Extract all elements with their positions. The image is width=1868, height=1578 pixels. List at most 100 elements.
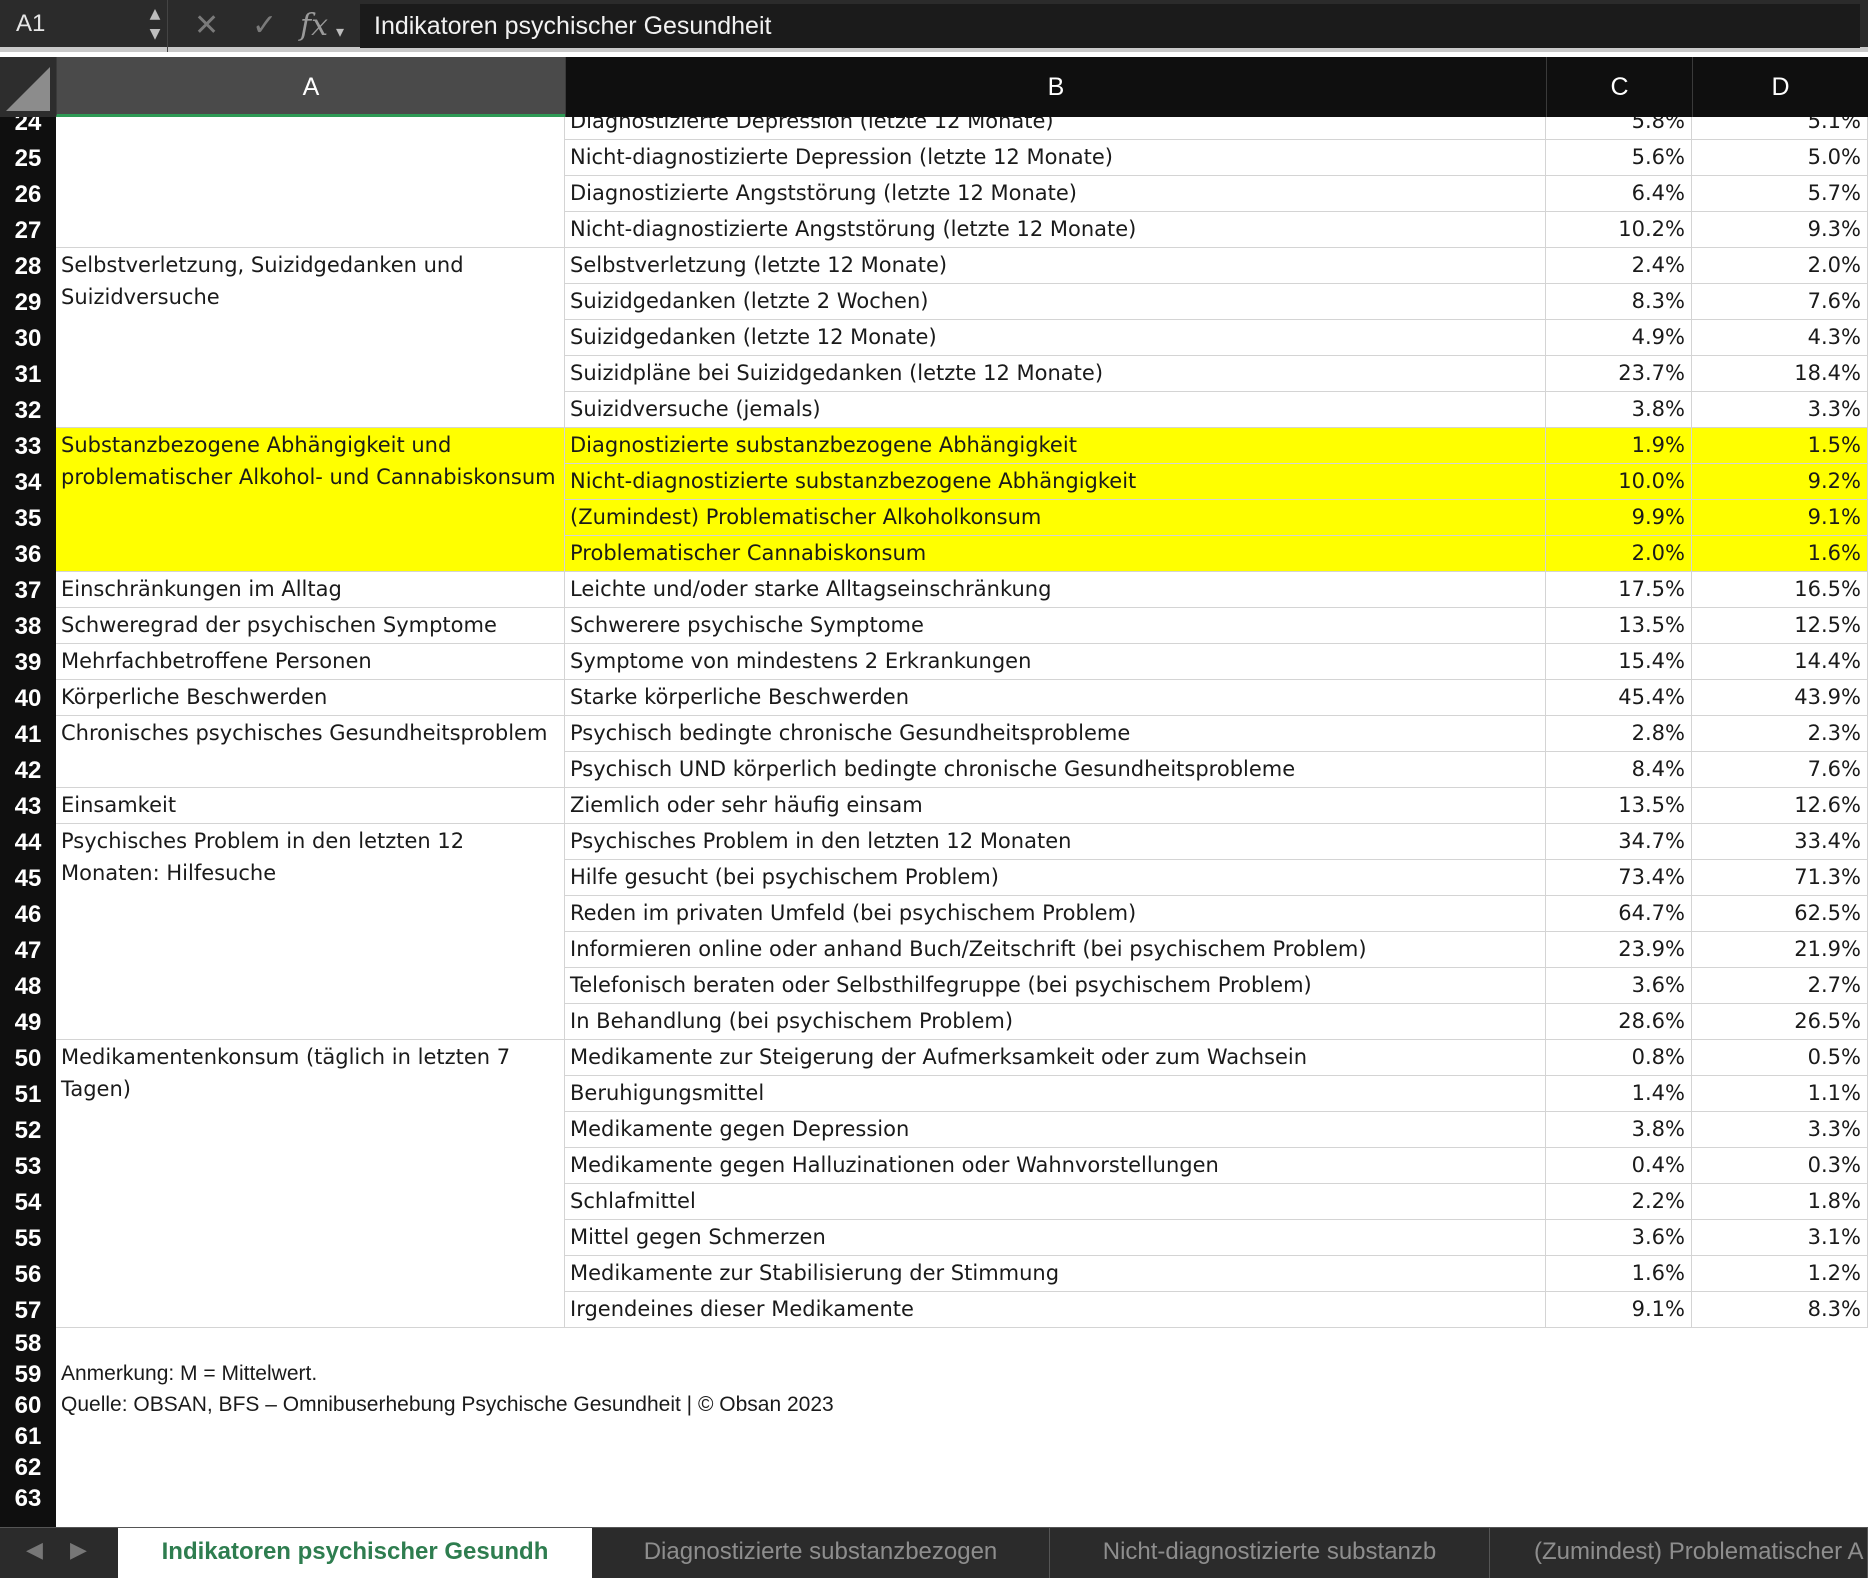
cell-c-value[interactable]: 0.8%: [1546, 1040, 1692, 1076]
cell-c-value[interactable]: 73.4%: [1546, 860, 1692, 896]
tab-next-icon[interactable]: ▶: [70, 1538, 87, 1563]
cell-d-value[interactable]: 21.9%: [1692, 932, 1868, 968]
cell-c-value[interactable]: 23.9%: [1546, 932, 1692, 968]
cell-c-value[interactable]: 1.4%: [1546, 1076, 1692, 1112]
cell-d-value[interactable]: 8.3%: [1692, 1292, 1868, 1328]
cell-d-value[interactable]: 9.1%: [1692, 500, 1868, 536]
row-number[interactable]: 26: [0, 181, 56, 209]
cell-b-indicator[interactable]: Suizidgedanken (letzte 2 Wochen): [565, 284, 1546, 320]
cell-d-value[interactable]: 33.4%: [1692, 824, 1868, 860]
cell-c-value[interactable]: 15.4%: [1546, 644, 1692, 680]
row-number[interactable]: 45: [0, 865, 56, 893]
cell-a-category[interactable]: Chronisches psychisches Gesundheitsprobl…: [56, 716, 565, 788]
cell-c-value[interactable]: 8.4%: [1546, 752, 1692, 788]
cell-a-category[interactable]: Einsamkeit: [56, 788, 565, 824]
cell-c-value[interactable]: 64.7%: [1546, 896, 1692, 932]
cell-d-value[interactable]: 16.5%: [1692, 572, 1868, 608]
cell-c-value[interactable]: 2.0%: [1546, 536, 1692, 572]
cell-c-value[interactable]: 23.7%: [1546, 356, 1692, 392]
cell-c-value[interactable]: 1.9%: [1546, 428, 1692, 464]
cell-b-indicator[interactable]: Nicht-diagnostizierte Angststörung (letz…: [565, 212, 1546, 248]
select-all-button[interactable]: [0, 57, 56, 117]
row-number[interactable]: 49: [0, 1009, 56, 1037]
row-number[interactable]: 37: [0, 577, 56, 605]
cell-c-value[interactable]: 10.2%: [1546, 212, 1692, 248]
row-number[interactable]: 58: [0, 1330, 56, 1358]
row-number[interactable]: 60: [0, 1392, 56, 1420]
cell-b-indicator[interactable]: Reden im privaten Umfeld (bei psychische…: [565, 896, 1546, 932]
row-number[interactable]: 25: [0, 145, 56, 173]
cell-d-value[interactable]: 12.5%: [1692, 608, 1868, 644]
cell-d-value[interactable]: 71.3%: [1692, 860, 1868, 896]
cell-d-value[interactable]: 1.6%: [1692, 536, 1868, 572]
cell-b-indicator[interactable]: Leichte und/oder starke Alltagseinschrän…: [565, 572, 1546, 608]
cell-b-indicator[interactable]: Medikamente zur Steigerung der Aufmerksa…: [565, 1040, 1546, 1076]
row-number[interactable]: 54: [0, 1189, 56, 1217]
cell-d-value[interactable]: 26.5%: [1692, 1004, 1868, 1040]
row-number[interactable]: 63: [0, 1485, 56, 1513]
cell-d-value[interactable]: 2.0%: [1692, 248, 1868, 284]
formula-input[interactable]: Indikatoren psychischer Gesundheit: [360, 4, 1860, 48]
cell-c-value[interactable]: 28.6%: [1546, 1004, 1692, 1040]
note-source[interactable]: Quelle: OBSAN, BFS – Omnibuserhebung Psy…: [61, 1393, 834, 1417]
cell-c-value[interactable]: 13.5%: [1546, 608, 1692, 644]
cell-b-indicator[interactable]: Suizidpläne bei Suizidgedanken (letzte 1…: [565, 356, 1546, 392]
cell-b-indicator[interactable]: Hilfe gesucht (bei psychischem Problem): [565, 860, 1546, 896]
cell-d-value[interactable]: 12.6%: [1692, 788, 1868, 824]
cell-d-value[interactable]: 9.2%: [1692, 464, 1868, 500]
row-number[interactable]: 34: [0, 469, 56, 497]
cell-b-indicator[interactable]: Symptome von mindestens 2 Erkrankungen: [565, 644, 1546, 680]
cell-b-indicator[interactable]: Informieren online oder anhand Buch/Zeit…: [565, 932, 1546, 968]
tab-prev-icon[interactable]: ◀: [26, 1538, 43, 1563]
row-number[interactable]: 53: [0, 1153, 56, 1181]
cell-c-value[interactable]: 17.5%: [1546, 572, 1692, 608]
function-icon[interactable]: fx: [300, 8, 328, 44]
row-number[interactable]: 27: [0, 217, 56, 245]
cell-d-value[interactable]: 2.3%: [1692, 716, 1868, 752]
cell-a-category[interactable]: Schweregrad der psychischen Symptome: [56, 608, 565, 644]
row-number[interactable]: 62: [0, 1454, 56, 1482]
cell-b-indicator[interactable]: Mittel gegen Schmerzen: [565, 1220, 1546, 1256]
cell-c-value[interactable]: 4.9%: [1546, 320, 1692, 356]
cell-d-value[interactable]: 4.3%: [1692, 320, 1868, 356]
row-number[interactable]: 35: [0, 505, 56, 533]
cell-b-indicator[interactable]: (Zumindest) Problematischer Alkoholkonsu…: [565, 500, 1546, 536]
cell-d-value[interactable]: 5.0%: [1692, 140, 1868, 176]
cell-b-indicator[interactable]: Starke körperliche Beschwerden: [565, 680, 1546, 716]
cell-a-category[interactable]: Einschränkungen im Alltag: [56, 572, 565, 608]
cell-b-indicator[interactable]: Ziemlich oder sehr häufig einsam: [565, 788, 1546, 824]
cell-c-value[interactable]: 3.8%: [1546, 392, 1692, 428]
cell-c-value[interactable]: 1.6%: [1546, 1256, 1692, 1292]
row-number[interactable]: 59: [0, 1361, 56, 1389]
cell-c-value[interactable]: 34.7%: [1546, 824, 1692, 860]
column-header-c[interactable]: C: [1546, 57, 1692, 117]
cell-a-category[interactable]: Mehrfachbetroffene Personen: [56, 644, 565, 680]
cell-d-value[interactable]: 3.1%: [1692, 1220, 1868, 1256]
row-number[interactable]: 42: [0, 757, 56, 785]
cell-c-value[interactable]: 8.3%: [1546, 284, 1692, 320]
cancel-icon[interactable]: ✕: [194, 8, 219, 44]
cell-d-value[interactable]: 43.9%: [1692, 680, 1868, 716]
cell-c-value[interactable]: 6.4%: [1546, 176, 1692, 212]
cell-c-value[interactable]: 3.8%: [1546, 1112, 1692, 1148]
row-number[interactable]: 29: [0, 289, 56, 317]
cell-d-value[interactable]: 3.3%: [1692, 392, 1868, 428]
row-number[interactable]: 55: [0, 1225, 56, 1253]
row-number[interactable]: 61: [0, 1423, 56, 1451]
cell-d-value[interactable]: 3.3%: [1692, 1112, 1868, 1148]
row-number[interactable]: 48: [0, 973, 56, 1001]
cell-d-value[interactable]: 9.3%: [1692, 212, 1868, 248]
cell-d-value[interactable]: 18.4%: [1692, 356, 1868, 392]
row-number[interactable]: 38: [0, 613, 56, 641]
row-number[interactable]: 52: [0, 1117, 56, 1145]
chevron-down-icon[interactable]: ▾: [336, 14, 344, 50]
cell-a-category[interactable]: Medikamentenkonsum (täglich in letzten 7…: [56, 1040, 565, 1328]
row-number[interactable]: 51: [0, 1081, 56, 1109]
cell-b-indicator[interactable]: Nicht-diagnostizierte Depression (letzte…: [565, 140, 1546, 176]
cell-a-category[interactable]: Psychisches Problem in den letzten 12 Mo…: [56, 824, 565, 1040]
cell-b-indicator[interactable]: Psychisch bedingte chronische Gesundheit…: [565, 716, 1546, 752]
name-box[interactable]: A1 ▲ ▼: [0, 0, 168, 52]
row-number[interactable]: 30: [0, 325, 56, 353]
sheet-tab[interactable]: Nicht-diagnostizierte substanzb: [1050, 1528, 1490, 1578]
cell-b-indicator[interactable]: Medikamente zur Stabilisierung der Stimm…: [565, 1256, 1546, 1292]
